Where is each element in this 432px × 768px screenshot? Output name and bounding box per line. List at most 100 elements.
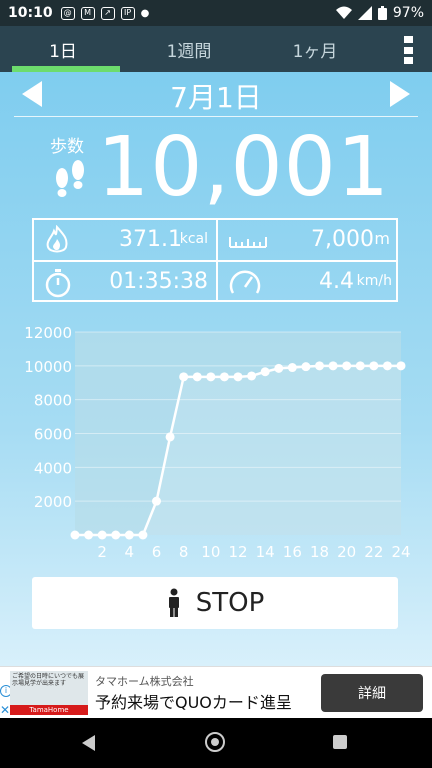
x-tick-label: 14 xyxy=(256,543,275,560)
person-icon xyxy=(168,588,179,617)
y-tick-label: 2000 xyxy=(34,493,72,511)
speed-unit: km/h xyxy=(356,273,392,289)
next-day-arrow-icon[interactable] xyxy=(390,81,410,107)
share-icon: ↗ xyxy=(100,6,115,20)
speed-value: 4.4 xyxy=(319,269,354,294)
notification-icons: @ M ↗ IP ● xyxy=(60,6,150,20)
steps-label: 歩数 xyxy=(50,137,84,157)
stats-grid: 371.1 kcal 7,000 m 01:35:38 4.4 km/h xyxy=(32,218,398,302)
data-point xyxy=(369,361,379,371)
period-tabs: 1日 1週間 1ヶ月 xyxy=(0,26,432,72)
date-navigator: 7月1日 xyxy=(0,72,432,116)
x-tick-label: 6 xyxy=(152,543,162,560)
date-title: 7月1日 xyxy=(170,81,262,114)
data-point xyxy=(111,530,121,540)
main-content: 7月1日 歩数 10,001 371.1 kcal 7,000 m 01:35:… xyxy=(0,72,432,666)
tab-week[interactable]: 1週間 xyxy=(126,26,252,72)
ad-banner[interactable]: i ✕ ご希望の日時にいつでも展示場見学が出来ます TamaHome タマホーム… xyxy=(0,666,432,719)
system-status: 97% xyxy=(335,5,424,21)
ad-close-icon[interactable]: ✕ xyxy=(0,703,10,717)
recent-apps-icon[interactable] xyxy=(333,735,347,749)
data-point xyxy=(315,361,324,371)
stopwatch-icon xyxy=(45,269,71,298)
ad-image[interactable]: ご希望の日時にいつでも展示場見学が出来ます TamaHome xyxy=(10,671,88,715)
data-point xyxy=(328,361,338,371)
distance-unit: m xyxy=(374,229,390,248)
back-icon[interactable] xyxy=(82,735,95,751)
data-point xyxy=(287,363,297,373)
data-point xyxy=(206,372,216,382)
calories-cell: 371.1 kcal xyxy=(34,220,216,260)
ad-image-brand: TamaHome xyxy=(10,705,88,715)
data-point xyxy=(97,530,107,540)
steps-chart: 20004000600080001000012000 2 4 6 8 10 12 14 16 1… xyxy=(24,324,410,560)
data-point xyxy=(260,367,270,377)
divider xyxy=(14,116,418,117)
speed-cell: 4.4 km/h xyxy=(218,262,400,302)
data-point xyxy=(342,361,352,371)
data-point xyxy=(355,361,365,371)
flame-icon xyxy=(46,225,68,253)
battery-icon xyxy=(377,6,387,20)
data-point xyxy=(396,361,406,371)
data-point xyxy=(301,362,311,372)
ad-details-button[interactable]: 詳細 xyxy=(321,674,423,712)
ad-headline[interactable]: 予約来場でQUOカード進呈 xyxy=(95,689,292,713)
data-point xyxy=(165,432,175,442)
x-tick-label: 24 xyxy=(391,543,410,560)
y-tick-label: 6000 xyxy=(34,426,72,444)
clock: 10:10 xyxy=(8,5,53,21)
data-point xyxy=(192,372,202,382)
x-tick-label: 8 xyxy=(179,543,189,560)
tab-month[interactable]: 1ヶ月 xyxy=(252,26,378,72)
x-tick-label: 22 xyxy=(364,543,383,560)
data-point xyxy=(233,372,243,382)
stop-button-label: STOP xyxy=(195,588,265,618)
y-tick-label: 8000 xyxy=(34,392,72,410)
calories-value: 371.1 xyxy=(119,227,182,252)
footprints-icon xyxy=(56,160,84,197)
wifi-icon xyxy=(335,6,352,19)
data-point xyxy=(138,530,148,540)
data-point xyxy=(84,530,94,540)
data-point xyxy=(247,371,257,381)
data-point xyxy=(152,496,161,506)
speedometer-icon xyxy=(229,270,261,294)
distance-cell: 7,000 m xyxy=(218,220,400,260)
dot-icon: ● xyxy=(140,7,150,19)
distance-value: 7,000 xyxy=(311,227,374,252)
tab-day[interactable]: 1日 xyxy=(0,26,126,72)
duration-cell: 01:35:38 xyxy=(34,262,216,302)
signal-icon xyxy=(357,6,372,20)
ruler-icon xyxy=(229,237,267,248)
y-tick-label: 4000 xyxy=(34,459,72,477)
ad-company: タマホーム株式会社 xyxy=(95,675,194,688)
at-sign-icon: @ xyxy=(60,6,75,20)
gmail-icon: M xyxy=(80,6,95,20)
y-tick-label: 12000 xyxy=(24,324,72,342)
data-point xyxy=(274,363,284,373)
x-tick-label: 16 xyxy=(283,543,302,560)
ad-image-caption: ご希望の日時にいつでも展示場見学が出来ます xyxy=(12,673,85,687)
data-point xyxy=(179,372,189,382)
x-tick-label: 10 xyxy=(201,543,220,560)
duration-value: 01:35:38 xyxy=(109,269,208,294)
data-point xyxy=(124,530,134,540)
overflow-menu-icon[interactable] xyxy=(404,36,414,64)
x-tick-label: 4 xyxy=(125,543,135,560)
steps-count: 10,001 xyxy=(97,120,390,215)
x-tick-label: 20 xyxy=(337,543,356,560)
x-tick-label: 18 xyxy=(310,543,329,560)
battery-percent: 97% xyxy=(392,5,424,21)
x-tick-label: 2 xyxy=(97,543,107,560)
status-bar: 10:10 @ M ↗ IP ● 97% xyxy=(0,0,432,26)
x-tick-label: 12 xyxy=(228,543,247,560)
home-icon[interactable] xyxy=(205,732,225,752)
calories-unit: kcal xyxy=(179,231,208,247)
navigation-bar xyxy=(0,718,432,768)
y-tick-label: 10000 xyxy=(24,358,72,376)
data-point xyxy=(382,361,392,371)
ip-icon: IP xyxy=(120,6,135,20)
data-point xyxy=(70,530,80,540)
stop-button[interactable]: STOP xyxy=(32,577,398,629)
